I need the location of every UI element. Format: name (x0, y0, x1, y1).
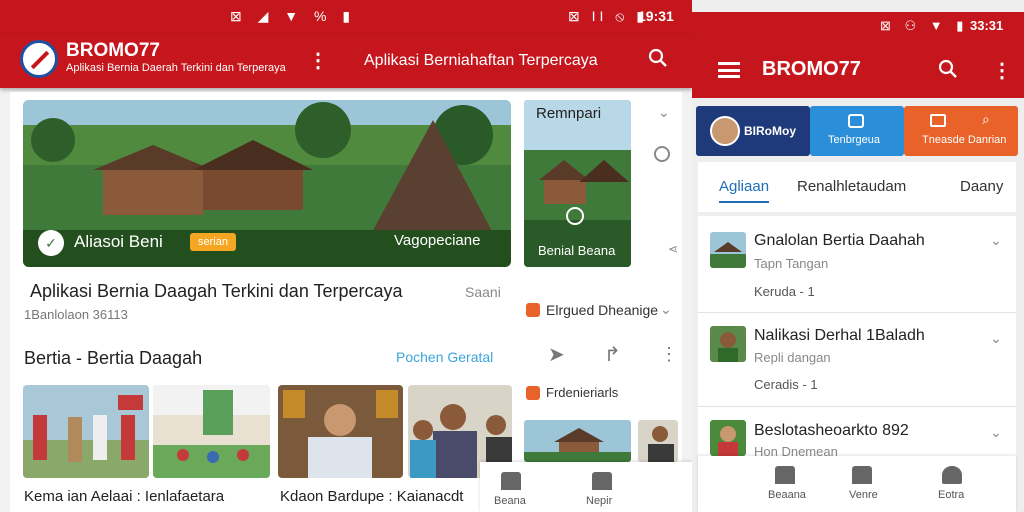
bottom-nav: Beaana Venre Eotra (698, 456, 1016, 512)
news-thumb-2[interactable] (153, 385, 270, 478)
profile-icon[interactable] (942, 466, 962, 484)
status-time: 33:31 (970, 18, 1004, 33)
chevron-down-icon[interactable]: ⌄ (660, 301, 672, 318)
tile-label: Tneasde Danrian (922, 134, 1007, 146)
divider (698, 406, 1016, 407)
share-icon[interactable]: ⋖ (668, 242, 678, 256)
mail-icon (930, 114, 946, 127)
avatar (710, 116, 740, 146)
side-card-caption: Benial Beana (538, 243, 616, 258)
search-icon: ⌕ (982, 111, 990, 127)
bottom-nav: Beana Nepir (480, 462, 692, 512)
status-bar: ⊠ ⚇ ▼ ▮ 33:31 (692, 12, 1024, 42)
play-icon (526, 386, 540, 400)
list-item-subtitle: Tapn Tangan (754, 256, 829, 271)
side-thumb-1[interactable] (524, 420, 631, 462)
more-menu-icon[interactable]: ⋮ (308, 48, 328, 73)
info-icon (848, 114, 864, 128)
right-phone-screen: ⊠ ⚇ ▼ ▮ 33:31 BROMO77 ⋮ BIRoMoy Tenbrgeu… (692, 0, 1024, 512)
news-thumb-1[interactable] (23, 385, 149, 478)
tile-tentang[interactable]: Tenbrgeua (810, 106, 904, 156)
list-item-thumb (710, 232, 746, 268)
nav-label-bookmark[interactable]: Nepir (586, 495, 612, 507)
brand-name: BROMO77 (66, 40, 160, 61)
side-row-1[interactable]: Elrgued Dheanige (546, 302, 658, 318)
side-row-2[interactable]: Frdenieriarls (546, 385, 618, 400)
side-thumb-2[interactable] (638, 420, 678, 462)
hero-caption: Aliasoi Beni (74, 232, 163, 251)
news-thumb-3[interactable] (278, 385, 403, 478)
nav-label-home[interactable]: Beana (494, 495, 526, 507)
list-item-thumb (710, 420, 746, 456)
tile-label: Tenbrgeua (828, 134, 880, 146)
hero-play-icon[interactable]: ✓ (38, 230, 64, 256)
brand-logo[interactable] (20, 40, 58, 78)
app-bar: BROMO77 Aplikasi Bernia Daerah Terkini d… (0, 34, 692, 88)
section-title: Bertia - Bertia Daagah (24, 348, 203, 368)
tile-label: BIRoMoy (744, 124, 796, 138)
brand-tagline: Aplikasi Bernia Daerah Terkini dan Terpe… (66, 62, 286, 74)
news-thumb-caption-3: Kdaon Bardupe : Kaianacdt (280, 488, 464, 505)
nav-label-venre[interactable]: Venre (849, 489, 878, 501)
forward-icon[interactable]: ↱ (604, 342, 621, 367)
chevron-down-icon[interactable]: ⌄ (990, 424, 1002, 441)
status-icons: ⊠ ◢ ▼ % ▮ (230, 8, 357, 24)
hero-right-label: Vagopeciane (394, 232, 481, 249)
tab-renal[interactable]: Renalhletaudam (797, 178, 906, 195)
status-bar: ⊠ ◢ ▼ % ▮ ⊠ ΙΙ ⦸ ▮ 19:31 (0, 0, 692, 34)
more-menu-icon[interactable]: ⋮ (992, 58, 1012, 83)
left-phone-screen: ⊠ ◢ ▼ % ▮ ⊠ ΙΙ ⦸ ▮ 19:31 BROMO77 Aplikas… (0, 0, 692, 512)
hero-badge: serian (190, 233, 236, 251)
brand-name: BROMO77 (762, 58, 861, 80)
chevron-down-icon[interactable]: ⌄ (990, 330, 1002, 347)
section-see-all-link[interactable]: Pochen Geratal (396, 349, 493, 365)
send-icon[interactable]: ➤ (548, 342, 565, 367)
radio-button[interactable] (654, 146, 670, 162)
headline-source: Saani (465, 284, 501, 300)
nav-label-profile[interactable]: Eotra (938, 489, 964, 501)
bookmark-icon[interactable] (592, 472, 612, 490)
tile-profile[interactable]: BIRoMoy (696, 106, 810, 156)
side-card[interactable] (524, 100, 631, 267)
list-item-meta: Keruda - 1 (754, 284, 815, 299)
tab-aplikasi[interactable]: Agliaan (719, 178, 770, 203)
nav-label-home[interactable]: Beaana (768, 489, 806, 501)
search-icon[interactable] (938, 59, 958, 79)
list-item-title[interactable]: Beslotasheoarkto 892 (754, 422, 909, 440)
home-icon[interactable] (501, 472, 521, 490)
status-icons: ⊠ ⚇ ▼ ▮ (880, 18, 969, 33)
news-thumb-caption-1: Kema ian Aelaai : Ienlafaetara (24, 488, 225, 505)
headline-title[interactable]: Aplikasi Bernia Daagah Terkini dan Terpe… (30, 281, 403, 302)
divider (698, 312, 1016, 313)
list-item-subtitle: Repli dangan (754, 350, 831, 365)
grid-icon[interactable] (852, 466, 872, 484)
chevron-down-icon[interactable]: ⌄ (658, 104, 670, 121)
app-title: Aplikasi Berniahaftan Terpercaya (364, 52, 598, 69)
side-card-badge-icon (566, 207, 584, 225)
more-vert-icon[interactable]: ⋮ (660, 344, 678, 365)
hamburger-menu-icon[interactable] (718, 62, 740, 78)
status-time: 19:31 (638, 8, 674, 24)
status-icons-right: ⊠ ΙΙ ⦸ ▮ (568, 8, 649, 24)
side-card-title: Remnpari (536, 105, 602, 122)
source-icon (526, 303, 540, 317)
home-icon[interactable] (775, 466, 795, 484)
tile-search[interactable]: ⌕ Tneasde Danrian (904, 106, 1018, 156)
list-item-thumb (710, 326, 746, 362)
list-item-title[interactable]: Gnalolan Bertia Daahah (754, 232, 925, 250)
tab-daany[interactable]: Daany (960, 178, 1003, 195)
chevron-down-icon[interactable]: ⌄ (990, 232, 1002, 249)
app-bar: BROMO77 ⋮ (692, 42, 1024, 98)
search-icon[interactable] (648, 48, 668, 68)
list-item-title[interactable]: Nalikasi Derhal 1Baladh (754, 327, 925, 345)
list-item-meta: Ceradis - 1 (754, 377, 818, 392)
headline-meta: 1Banlolaon 36113 (24, 307, 128, 322)
